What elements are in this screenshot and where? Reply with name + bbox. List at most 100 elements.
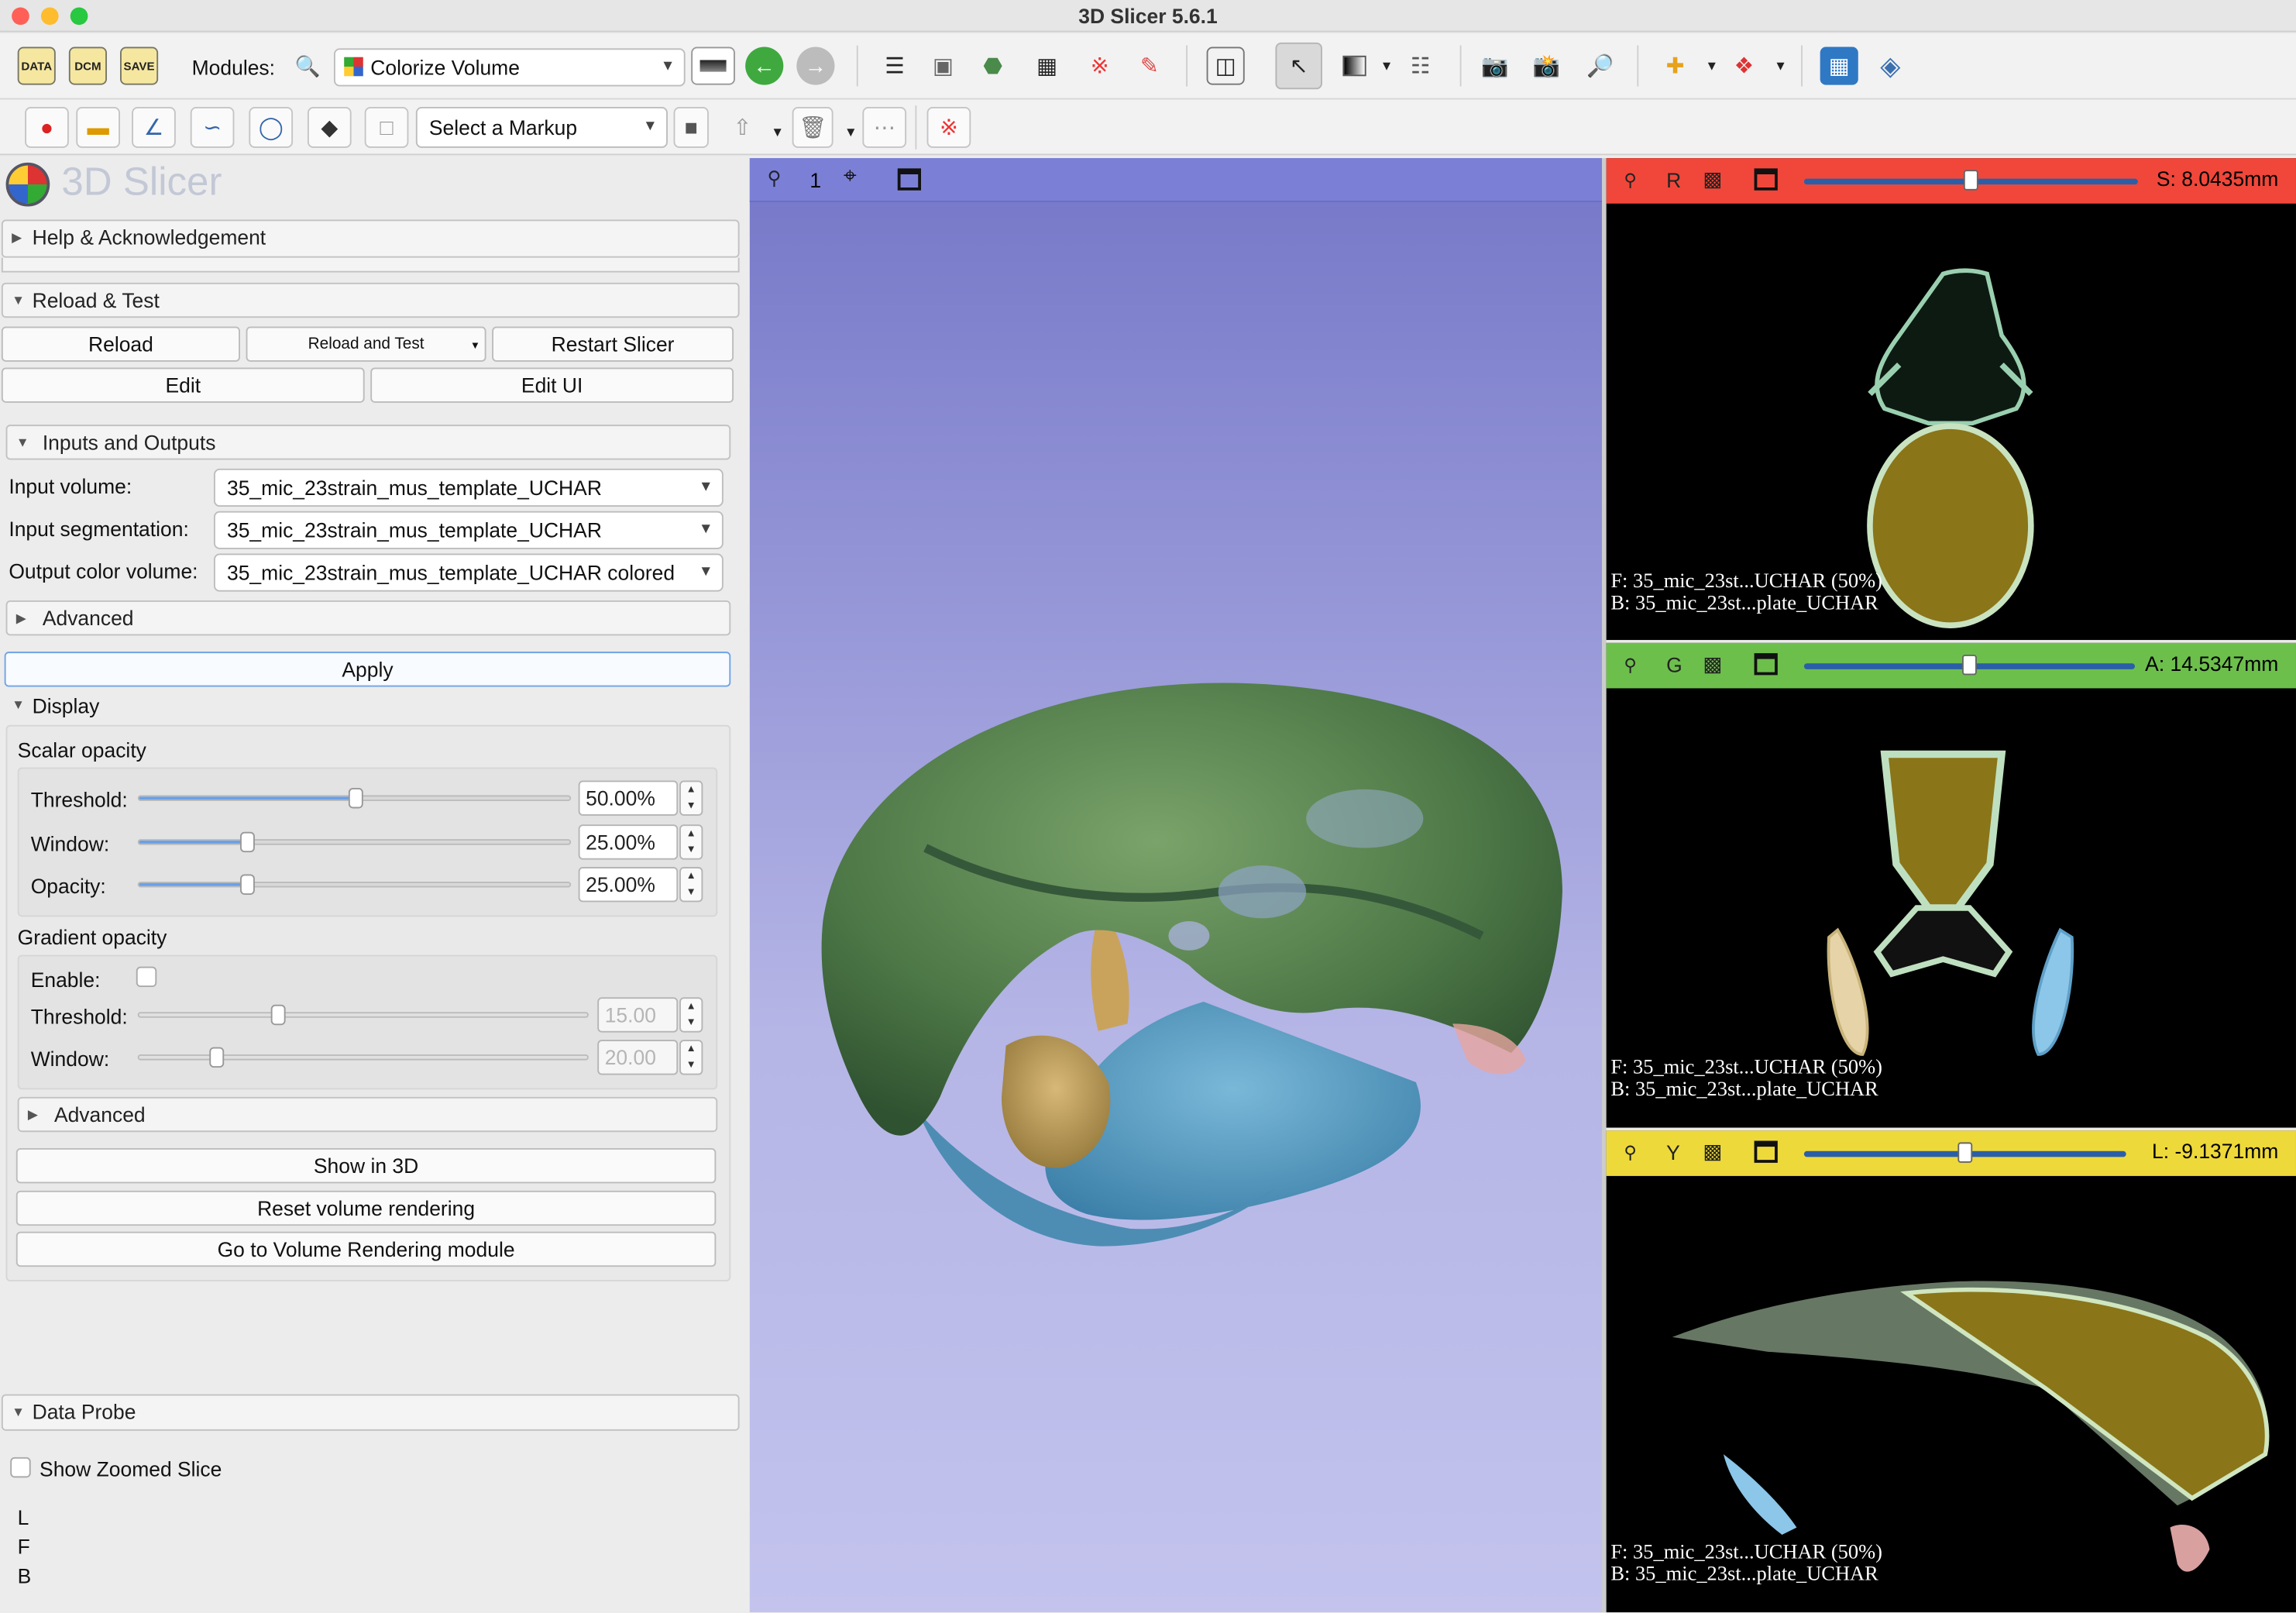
- gradient-window-slider[interactable]: [137, 1047, 589, 1068]
- reload-and-test-button[interactable]: Reload and Test ▼: [246, 326, 486, 362]
- gradient-threshold-spinbox[interactable]: 15.00 ▲ ▼: [597, 997, 703, 1033]
- extension-manager-icon[interactable]: ▦: [1820, 46, 1858, 85]
- gradient-window-slider-handle[interactable]: [209, 1047, 225, 1068]
- fiducial-point-icon[interactable]: ●: [25, 106, 69, 148]
- crosshair-measure-icon[interactable]: ☷: [1401, 46, 1439, 84]
- forward-arrow-icon[interactable]: →: [796, 46, 835, 85]
- roi-icon[interactable]: □: [364, 106, 409, 148]
- load-data-button[interactable]: DATA: [17, 46, 56, 85]
- back-arrow-icon[interactable]: ←: [745, 46, 784, 85]
- slice-intersections-icon[interactable]: ❖: [1725, 46, 1763, 84]
- output-color-volume-selector[interactable]: 35_mic_23strain_mus_template_UCHAR color…: [213, 553, 724, 592]
- place-points-icon[interactable]: ※: [926, 106, 971, 148]
- input-volume-selector[interactable]: 35_mic_23strain_mus_template_UCHAR ▼: [213, 468, 724, 507]
- gradient-threshold-slider[interactable]: [137, 1004, 589, 1026]
- link-icon[interactable]: ▩: [1703, 652, 1722, 676]
- markups-icon[interactable]: ※: [1081, 46, 1119, 84]
- volumes-cube-icon[interactable]: ▣: [924, 46, 962, 84]
- threshold-slider-handle[interactable]: [348, 787, 363, 809]
- yellow-slice-view[interactable]: ⚲ Y ▩ L: -9.1371mm F: 35_mic_23st...UCHA…: [1606, 1130, 2296, 1613]
- pin-icon[interactable]: ⚲: [1624, 170, 1637, 190]
- opacity-spinbox[interactable]: 25.00% ▲ ▼: [578, 867, 703, 903]
- green-slice-offset-handle[interactable]: [1962, 654, 1977, 676]
- enable-checkbox[interactable]: [136, 966, 157, 988]
- window-spinbox[interactable]: 25.00% ▲ ▼: [578, 824, 703, 860]
- reset-volume-rendering-button[interactable]: Reset volume rendering: [15, 1190, 717, 1226]
- threshold-slider[interactable]: [137, 787, 572, 809]
- window-slider-handle[interactable]: [240, 831, 255, 853]
- reload-button[interactable]: Reload: [1, 326, 241, 362]
- edit-button[interactable]: Edit: [1, 367, 365, 403]
- red-slice-offset-handle[interactable]: [1963, 170, 1978, 191]
- scene-view-icon[interactable]: 📸: [1528, 46, 1566, 84]
- closed-curve-icon[interactable]: ◯: [249, 106, 294, 148]
- 3d-view[interactable]: ⚲ 1 ⌖: [749, 158, 1602, 1613]
- maximize-view-icon[interactable]: [1754, 653, 1778, 676]
- module-search-icon[interactable]: 🔍: [288, 46, 326, 84]
- pin-icon[interactable]: ⚲: [768, 167, 782, 190]
- maximize-view-icon[interactable]: [897, 168, 921, 191]
- spin-arrows-icon[interactable]: ▲ ▼: [679, 867, 703, 903]
- maximize-view-icon[interactable]: [1754, 168, 1778, 191]
- threshold-spinbox[interactable]: 50.00% ▲ ▼: [578, 780, 703, 816]
- move-dropdown-icon[interactable]: ▼: [758, 113, 796, 151]
- segment-editor-icon[interactable]: ✎: [1130, 46, 1168, 84]
- data-module-icon[interactable]: ☰: [875, 46, 913, 84]
- crosshair-icon[interactable]: ✚: [1656, 46, 1694, 84]
- pin-icon[interactable]: ⚲: [1624, 1142, 1637, 1162]
- minimize-window-button[interactable]: [40, 7, 59, 26]
- layout-icon[interactable]: ◫: [1206, 46, 1245, 85]
- models-icon[interactable]: ⬣: [974, 46, 1012, 84]
- pointer-mode-icon[interactable]: ↖: [1275, 42, 1322, 90]
- spin-arrows-icon[interactable]: ▲ ▼: [679, 997, 703, 1033]
- show-in-3d-button[interactable]: Show in 3D: [15, 1147, 717, 1184]
- screenshot-icon[interactable]: 📷: [1476, 46, 1514, 84]
- more-options-icon[interactable]: ⋯: [862, 106, 907, 148]
- opacity-slider[interactable]: [137, 874, 572, 895]
- spin-arrows-icon[interactable]: ▲ ▼: [679, 824, 703, 860]
- spin-arrows-icon[interactable]: ▲ ▼: [679, 780, 703, 816]
- move-up-icon[interactable]: ⇧: [722, 107, 763, 148]
- gradient-threshold-slider-handle[interactable]: [270, 1004, 286, 1026]
- yellow-slice-offset-handle[interactable]: [1957, 1142, 1973, 1163]
- apply-button[interactable]: Apply: [4, 652, 731, 687]
- place-mode-icon[interactable]: ■: [673, 106, 709, 148]
- reload-test-section[interactable]: ▼ Reload & Test: [1, 282, 740, 318]
- gradient-window-spinbox[interactable]: 20.00 ▲ ▼: [597, 1040, 703, 1075]
- red-slice-view[interactable]: ⚲ R ▩ S: 8.0435mm F: 35_mic_23st...UCHAR…: [1606, 158, 2296, 641]
- spin-arrows-icon[interactable]: ▲ ▼: [679, 1040, 703, 1075]
- advanced-section[interactable]: ▶ Advanced: [5, 600, 731, 636]
- slice-intersections-dropdown-icon[interactable]: ▼: [1762, 46, 1799, 84]
- python-console-icon[interactable]: ◈: [1872, 46, 1909, 84]
- dicom-button[interactable]: DCM: [68, 46, 107, 85]
- window-level-dropdown-icon[interactable]: ▼: [1368, 46, 1406, 84]
- display-advanced-section[interactable]: ▶ Advanced: [17, 1096, 718, 1133]
- data-probe-section[interactable]: ▼ Data Probe: [1, 1394, 740, 1431]
- markup-selector[interactable]: Select a Markup ▼: [415, 106, 668, 148]
- angle-icon[interactable]: ∠: [132, 106, 176, 148]
- link-icon[interactable]: ▩: [1703, 167, 1722, 191]
- red-slice-offset-slider[interactable]: [1803, 170, 2138, 191]
- go-to-volume-rendering-button[interactable]: Go to Volume Rendering module: [15, 1231, 717, 1267]
- restart-slicer-button[interactable]: Restart Slicer: [492, 326, 734, 362]
- trash-icon[interactable]: 🗑: [792, 106, 834, 148]
- save-button[interactable]: SAVE: [120, 46, 159, 85]
- yellow-slice-offset-slider[interactable]: [1803, 1142, 2126, 1163]
- edit-ui-button[interactable]: Edit UI: [370, 367, 734, 403]
- maximize-view-icon[interactable]: [1754, 1140, 1778, 1163]
- plane-icon[interactable]: ◆: [307, 106, 352, 148]
- input-segmentation-selector[interactable]: 35_mic_23strain_mus_template_UCHAR ▼: [213, 511, 724, 549]
- window-slider[interactable]: [137, 831, 572, 853]
- inputs-outputs-section[interactable]: ▼ Inputs and Outputs: [5, 425, 731, 460]
- module-selector[interactable]: Colorize Volume ▼: [333, 48, 686, 87]
- display-section[interactable]: ▼ Display: [9, 694, 99, 717]
- scene-view-search-icon[interactable]: 🔎: [1582, 46, 1620, 84]
- green-slice-offset-slider[interactable]: [1803, 654, 2136, 676]
- opacity-slider-handle[interactable]: [240, 874, 255, 895]
- transforms-grid-icon[interactable]: ▦: [1028, 46, 1066, 84]
- curve-icon[interactable]: ∽: [190, 106, 235, 148]
- show-zoomed-slice-checkbox[interactable]: [10, 1457, 31, 1478]
- help-section[interactable]: ▶ Help & Acknowledgement: [1, 219, 740, 258]
- close-window-button[interactable]: [12, 7, 29, 26]
- line-ruler-icon[interactable]: ▬: [76, 106, 121, 148]
